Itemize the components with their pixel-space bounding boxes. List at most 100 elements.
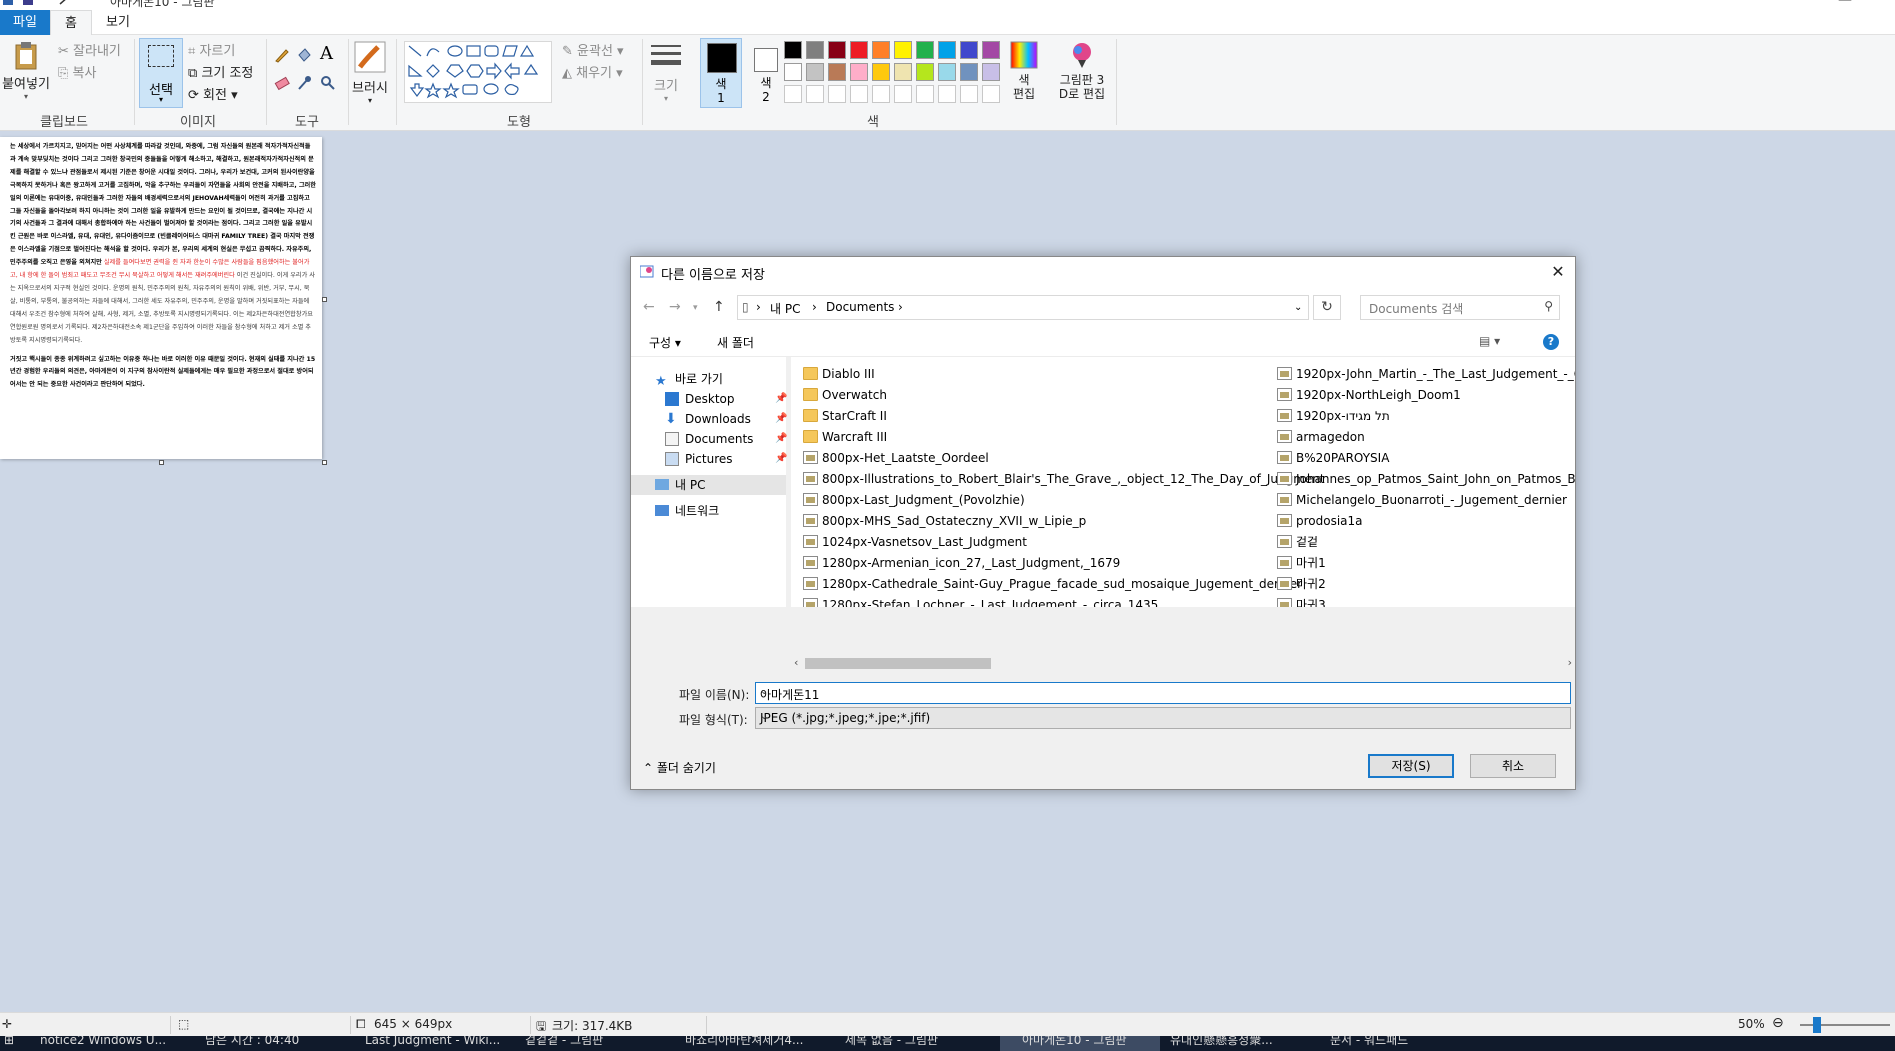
start-icon[interactable]: ⊞	[4, 1036, 30, 1051]
nav-this-pc[interactable]: 내 PC	[631, 475, 786, 495]
taskbar-item[interactable]: 제목 없음 - 그림판	[845, 1036, 938, 1051]
new-folder-button[interactable]: 새 폴더	[717, 334, 754, 351]
resize-button[interactable]: ⧉ 크기 조정	[188, 62, 253, 81]
nav-downloads[interactable]: ⬇ Downloads 📌	[631, 409, 787, 429]
tab-file[interactable]: 파일	[0, 10, 50, 35]
color-swatch[interactable]	[784, 41, 802, 59]
undo-icon[interactable]	[58, 0, 70, 6]
edit-colors-button[interactable]: 색 편집	[1004, 41, 1044, 101]
refresh-icon[interactable]: ↻	[1313, 295, 1341, 320]
breadcrumb-documents[interactable]: Documents	[826, 300, 894, 314]
fill-icon[interactable]	[296, 47, 312, 63]
save-icon[interactable]	[2, 0, 14, 6]
color1-button[interactable]: 색 1	[700, 38, 742, 108]
forward-icon[interactable]: →	[669, 299, 681, 315]
color-swatch[interactable]	[894, 41, 912, 59]
up-icon[interactable]: ↑	[713, 299, 725, 315]
color-swatch[interactable]	[938, 41, 956, 59]
hide-folders-button[interactable]: ⌃ 폴더 숨기기	[643, 759, 716, 776]
taskbar-item[interactable]: notice2 Windows U...	[40, 1036, 166, 1051]
color-swatch[interactable]	[850, 41, 868, 59]
recent-dropdown-icon[interactable]: ▾	[693, 303, 698, 313]
address-bar[interactable]: ▯ › 내 PC › Documents › ⌄	[737, 295, 1309, 320]
chevron-down-icon[interactable]: ⌄	[760, 686, 1566, 697]
custom-color-slot[interactable]	[806, 85, 824, 103]
back-icon[interactable]: ←	[643, 299, 655, 315]
nav-quick-access[interactable]: ★ 바로 가기	[631, 369, 786, 389]
chevron-down-icon[interactable]: ⌄	[1294, 302, 1302, 313]
custom-color-slot[interactable]	[850, 85, 868, 103]
pencil-icon[interactable]	[274, 47, 290, 63]
nav-network[interactable]: 네트워크	[631, 501, 786, 521]
color-swatch[interactable]	[850, 63, 868, 81]
custom-color-slot[interactable]	[938, 85, 956, 103]
organize-button[interactable]: 구성 ▾	[649, 334, 681, 351]
taskbar-item[interactable]: 바죠리아바탄쳐제거4...	[685, 1036, 803, 1051]
zoom-out-icon[interactable]: ⊖	[1772, 1015, 1784, 1031]
taskbar-item[interactable]: 남은 시간 : 04:40	[205, 1036, 299, 1051]
custom-color-slot[interactable]	[982, 85, 1000, 103]
cut-button[interactable]: ✂ 잘라내기	[58, 40, 121, 59]
rotate-button[interactable]: ⟳ 회전 ▾	[188, 84, 238, 103]
color-swatch[interactable]	[938, 63, 956, 81]
custom-color-slot[interactable]	[828, 85, 846, 103]
taskbar-item[interactable]: 유대인懸懸흥청衆...	[1170, 1036, 1273, 1051]
color-swatch[interactable]	[806, 63, 824, 81]
copy-button[interactable]: ⎘ 복사	[58, 62, 96, 81]
color-swatch[interactable]	[894, 63, 912, 81]
color-picker-icon[interactable]	[296, 75, 312, 91]
search-input[interactable]: Documents 검색 ⚲	[1360, 295, 1560, 320]
color-swatch[interactable]	[784, 63, 802, 81]
minimize-icon[interactable]: —	[1838, 0, 1852, 8]
size-button[interactable]: 크기 ▾	[646, 41, 686, 103]
zoom-slider-thumb[interactable]	[1813, 1017, 1821, 1033]
color-swatch[interactable]	[960, 63, 978, 81]
scroll-right-icon[interactable]: ›	[1568, 656, 1572, 669]
paint3d-button[interactable]: 그림판 3 D로 편집	[1054, 41, 1110, 101]
tab-home[interactable]: 홈	[50, 10, 92, 35]
taskbar-item[interactable]: 겉겉겉 - 그림판	[525, 1036, 603, 1051]
scroll-left-icon[interactable]: ‹	[794, 656, 798, 669]
taskbar-item[interactable]: Last Judgment - Wiki...	[365, 1036, 500, 1051]
outline-button[interactable]: ✎ 윤곽선 ▾	[562, 40, 624, 59]
eraser-icon[interactable]	[274, 75, 290, 91]
nav-desktop[interactable]: Desktop 📌	[631, 389, 787, 409]
color-swatch[interactable]	[916, 41, 934, 59]
save-button[interactable]: 저장(S)	[1368, 754, 1454, 778]
help-icon[interactable]: ?	[1543, 334, 1559, 350]
floppy-icon[interactable]	[22, 0, 34, 6]
scrollbar-thumb[interactable]	[805, 658, 991, 669]
custom-color-slot[interactable]	[894, 85, 912, 103]
horizontal-scrollbar[interactable]: ‹ ›	[791, 655, 1575, 672]
text-icon[interactable]: A	[320, 43, 333, 64]
brushes-button[interactable]: 브러시 ▾	[350, 41, 390, 105]
custom-color-slot[interactable]	[916, 85, 934, 103]
tab-view[interactable]: 보기	[98, 10, 138, 35]
color-swatch[interactable]	[806, 41, 824, 59]
taskbar-item[interactable]: 문서 - 워드패드	[1330, 1036, 1408, 1051]
color2-button[interactable]: 색 2	[746, 38, 788, 108]
resize-handle-bottom[interactable]	[159, 460, 164, 465]
filetype-select[interactable]: JPEG (*.jpg;*.jpeg;*.jpe;*.jfif) ⌄	[755, 707, 1571, 729]
paste-button[interactable]: 붙여넣기 ▾	[2, 41, 50, 101]
custom-color-slot[interactable]	[784, 85, 802, 103]
color-swatch[interactable]	[872, 63, 890, 81]
view-options-icon[interactable]: ▤ ▾	[1479, 334, 1500, 348]
nav-documents[interactable]: Documents 📌	[631, 429, 787, 449]
close-icon[interactable]: ✕	[1545, 259, 1571, 285]
select-button[interactable]: 선택 ▾	[139, 38, 183, 108]
color-swatch[interactable]	[916, 63, 934, 81]
color-swatch[interactable]	[982, 63, 1000, 81]
color-swatch[interactable]	[828, 41, 846, 59]
color-swatch[interactable]	[982, 41, 1000, 59]
color-swatch[interactable]	[960, 41, 978, 59]
shapes-gallery[interactable]	[404, 41, 552, 103]
nav-pictures[interactable]: Pictures 📌	[631, 449, 787, 469]
color-swatch[interactable]	[828, 63, 846, 81]
resize-handle-corner[interactable]	[322, 460, 327, 465]
filename-input[interactable]: 아마게돈11 ⌄	[755, 682, 1571, 704]
fill-button[interactable]: ◭ 채우기 ▾	[562, 62, 623, 81]
taskbar-item-active[interactable]: 아마게돈10 - 그림판	[1000, 1036, 1160, 1051]
color-swatch[interactable]	[872, 41, 890, 59]
breadcrumb-this-pc[interactable]: 내 PC	[770, 300, 800, 317]
